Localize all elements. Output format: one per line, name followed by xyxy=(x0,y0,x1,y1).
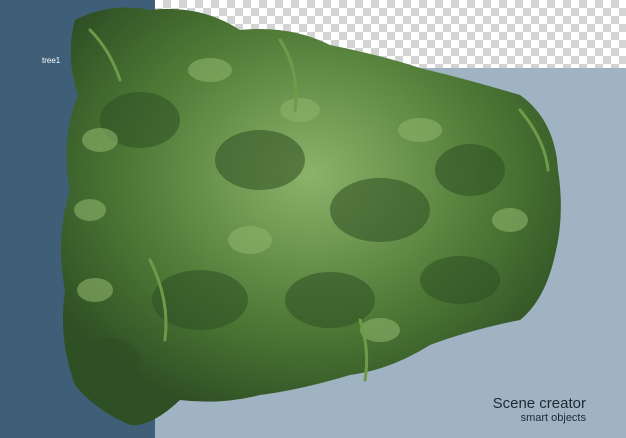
brand-subtitle: smart objects xyxy=(520,412,586,424)
brand-watermark: Scene creator smart objects xyxy=(493,395,586,424)
vertical-garden-image xyxy=(61,7,561,426)
brand-title: Scene creator xyxy=(492,395,586,412)
